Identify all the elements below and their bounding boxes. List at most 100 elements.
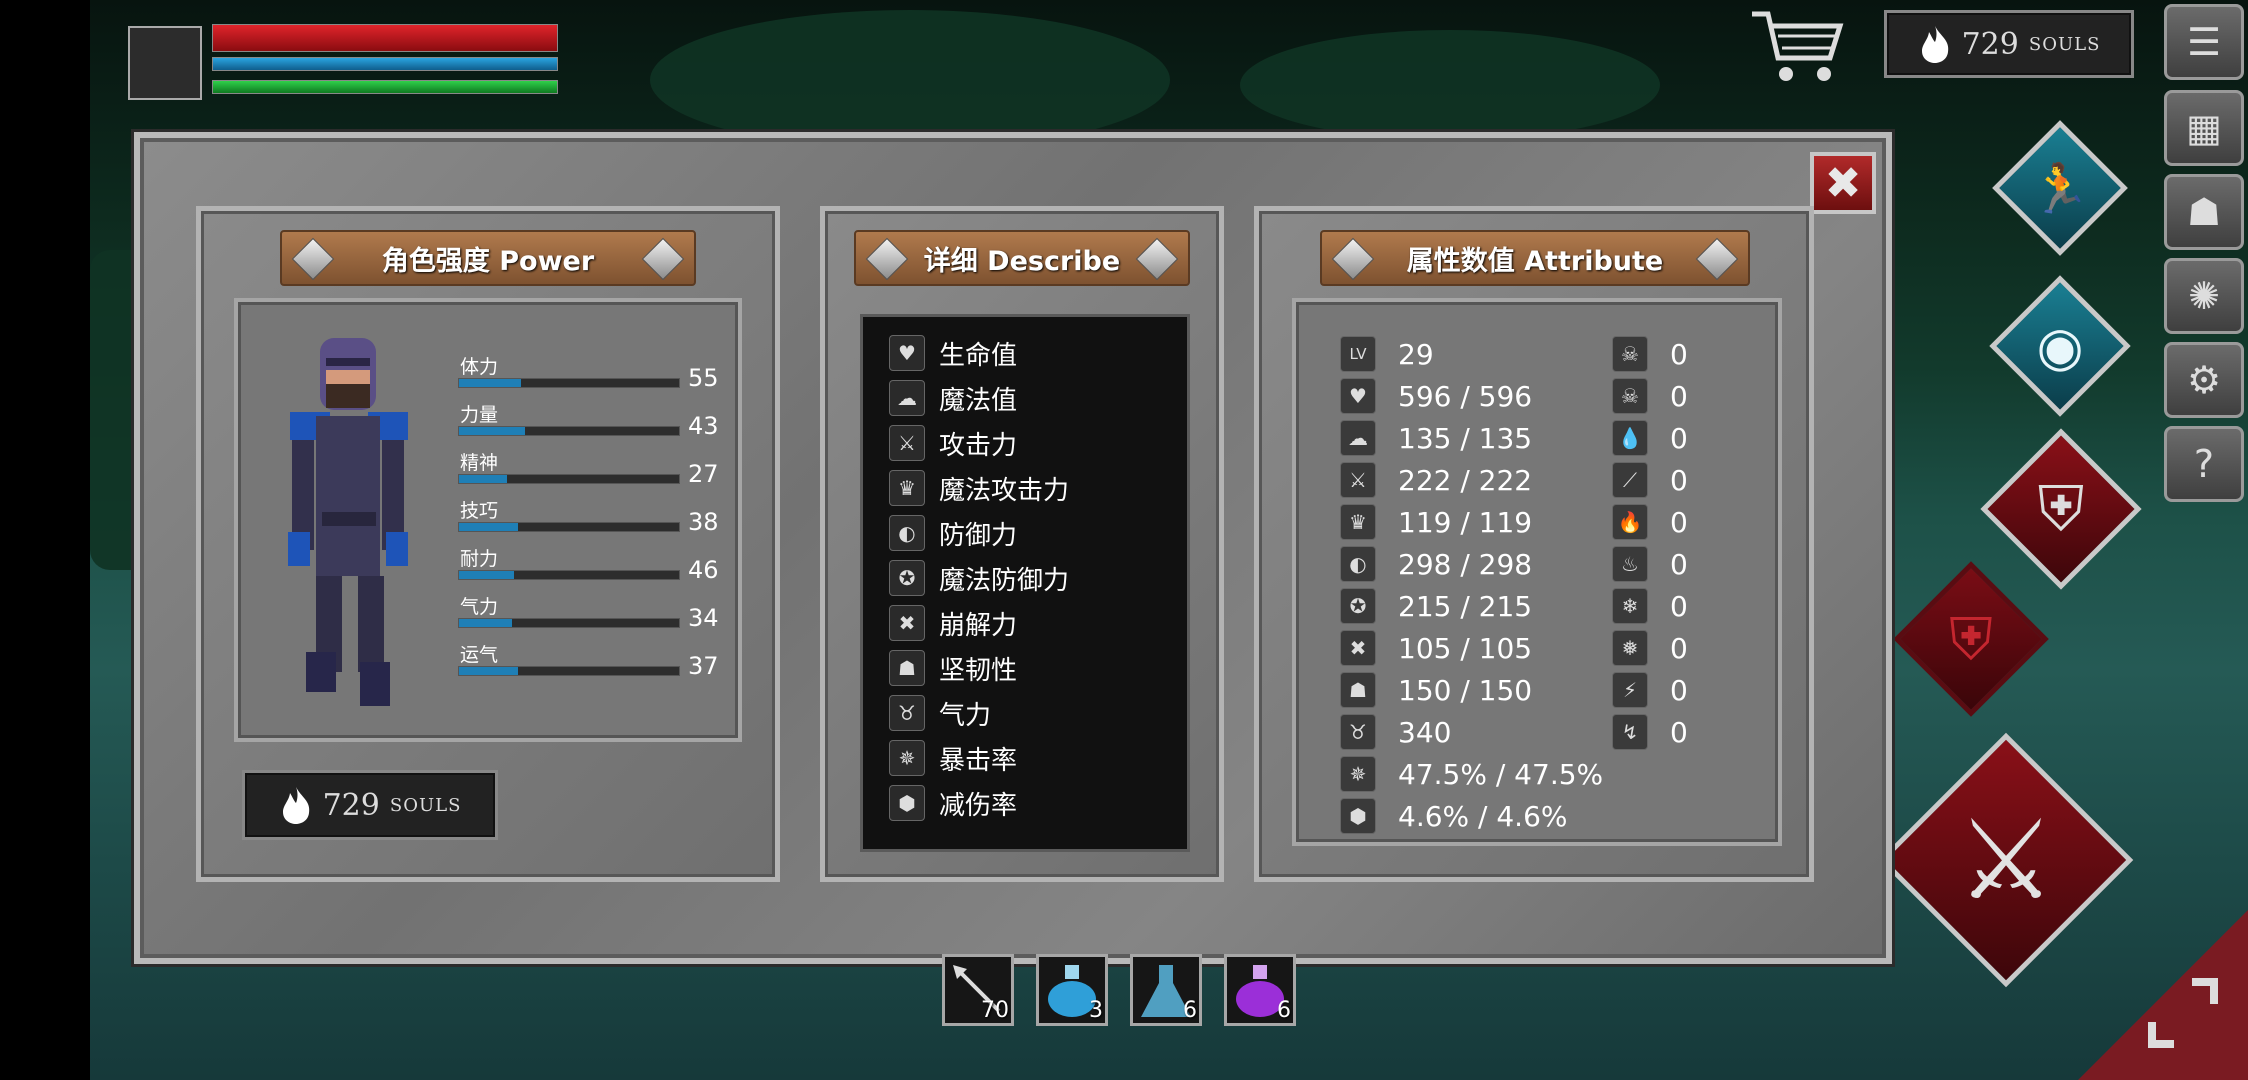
stat-name: 力量 xyxy=(460,404,499,426)
describe-label: 攻击力 xyxy=(939,430,1018,461)
quick-slot-flask[interactable]: 6 xyxy=(1130,954,1202,1026)
help-button[interactable]: ? xyxy=(2164,426,2244,502)
stat-row: 体力 55 xyxy=(458,352,720,396)
stat-value: 43 xyxy=(688,412,719,440)
attribute-value: 4.6% / 4.6% xyxy=(1398,799,1568,833)
crossed-swords-icon: ⚔ xyxy=(1956,796,2056,924)
lightning-icon: ⚡ xyxy=(1612,672,1648,708)
damage-reduce-icon: ⬢ xyxy=(1340,798,1376,834)
describe-item: ◐ 防御力 xyxy=(889,513,1017,553)
attribute-value: 596 / 596 xyxy=(1398,379,1533,413)
describe-item: ♥ 生命值 xyxy=(889,333,1017,373)
map-button[interactable]: ▦ xyxy=(2164,90,2244,166)
stud-icon xyxy=(1135,237,1179,281)
resistance-row: ⟋ 0 xyxy=(1612,460,1688,500)
quick-slot-arrow[interactable]: 70 xyxy=(942,954,1014,1026)
skills-button[interactable]: ✺ xyxy=(2164,258,2244,334)
skull-icon: ☠ xyxy=(1612,336,1648,372)
lungs-icon: ♉ xyxy=(889,695,925,731)
player-portrait[interactable] xyxy=(128,26,202,100)
power-title: 角色强度 Power xyxy=(381,245,595,277)
resistance-row: ☠ 0 xyxy=(1612,376,1688,416)
bleed-icon: ⟋ xyxy=(1612,462,1648,498)
stat-name: 技巧 xyxy=(460,500,499,522)
stat-value: 55 xyxy=(688,364,719,392)
attribute-row: ◐ 298 / 298 xyxy=(1340,544,1532,584)
stat-bar xyxy=(458,618,680,628)
attribute-row: ♉ 340 xyxy=(1340,712,1451,752)
describe-item: ✖ 崩解力 xyxy=(889,603,1017,643)
describe-item: ☁ 魔法值 xyxy=(889,378,1017,418)
attribute-row: ✵ 47.5% / 47.5% xyxy=(1340,754,1603,794)
stat-row: 运气 37 xyxy=(458,640,720,684)
flame-icon xyxy=(282,787,309,824)
resistance-value: 0 xyxy=(1670,673,1688,707)
stud-icon xyxy=(1695,237,1739,281)
heart-icon: ♥ xyxy=(1340,378,1376,414)
critical-icon: ✵ xyxy=(889,740,925,776)
slot-count: 6 xyxy=(1183,998,1197,1023)
stat-value: 46 xyxy=(688,556,719,584)
list-icon: ☰ xyxy=(2186,20,2222,64)
stat-bar xyxy=(458,378,680,388)
cross-shield-icon: ⛨ xyxy=(1949,604,1993,673)
collapse-corner-icon[interactable] xyxy=(2148,978,2228,1058)
resistance-row: 🔥 0 xyxy=(1612,502,1688,542)
equipment-button[interactable]: ☗ xyxy=(2164,174,2244,250)
attribute-row: ✖ 105 / 105 xyxy=(1340,628,1532,668)
stat-bar xyxy=(458,522,680,532)
stat-row: 技巧 38 xyxy=(458,496,720,540)
shop-cart-icon[interactable] xyxy=(1748,6,1848,86)
attribute-title-plank: 属性数值 Attribute xyxy=(1320,230,1750,286)
break-icon: ✖ xyxy=(1340,630,1376,666)
stat-value: 37 xyxy=(688,652,719,680)
attribute-title: 属性数值 Attribute xyxy=(1406,245,1664,277)
shield-icon: ◐ xyxy=(889,515,925,551)
heart-icon: ♥ xyxy=(889,335,925,371)
attribute-row: ☁ 135 / 135 xyxy=(1340,418,1532,458)
helmet-icon: ☗ xyxy=(1340,672,1376,708)
crown-icon: ♛ xyxy=(1340,504,1376,540)
attribute-value: 29 xyxy=(1398,337,1434,371)
describe-item: ✵ 暴击率 xyxy=(889,738,1017,778)
emblem-icon: ✺ xyxy=(2188,274,2220,318)
eye-icon: ◉ xyxy=(2036,314,2084,378)
stat-row: 耐力 46 xyxy=(458,544,720,588)
power-title-plank: 角色强度 Power xyxy=(280,230,696,286)
attribute-row: ⬢ 4.6% / 4.6% xyxy=(1340,796,1568,836)
fire-resist-icon: ♨ xyxy=(1612,546,1648,582)
crown-icon: ♛ xyxy=(889,470,925,506)
quick-slot-blue-potion[interactable]: 3 xyxy=(1036,954,1108,1026)
resistance-value: 0 xyxy=(1670,421,1688,455)
attribute-row: LV 29 xyxy=(1340,334,1434,374)
stat-bar xyxy=(458,666,680,676)
attribute-value: 105 / 105 xyxy=(1398,631,1533,665)
close-button[interactable]: ✖ xyxy=(1810,152,1876,214)
describe-item: ⚔ 攻击力 xyxy=(889,423,1017,463)
resistance-value: 0 xyxy=(1670,631,1688,665)
souls-value: 729 xyxy=(322,787,380,823)
describe-label: 生命值 xyxy=(939,340,1018,371)
magic-shield-icon: ✪ xyxy=(1340,588,1376,624)
resistance-row: ☠ 0 xyxy=(1612,334,1688,374)
describe-label: 魔法值 xyxy=(939,385,1018,416)
stat-value: 38 xyxy=(688,508,719,536)
stat-name: 耐力 xyxy=(460,548,499,570)
resistance-row: 💧 0 xyxy=(1612,418,1688,458)
character-model xyxy=(288,338,408,706)
attribute-value: 340 xyxy=(1398,715,1452,749)
menu-list-button[interactable]: ☰ xyxy=(2164,4,2244,80)
stat-row: 精神 27 xyxy=(458,448,720,492)
souls-counter: 729 SOULS xyxy=(1884,10,2134,78)
stud-icon xyxy=(1331,237,1375,281)
power-souls-counter: 729 SOULS xyxy=(242,770,498,840)
attribute-value: 222 / 222 xyxy=(1398,463,1533,497)
resistance-row: ❅ 0 xyxy=(1612,628,1688,668)
level-icon: LV xyxy=(1340,336,1376,372)
resistance-value: 0 xyxy=(1670,379,1688,413)
settings-button[interactable]: ⚙ xyxy=(2164,342,2244,418)
describe-item: ♉ 气力 xyxy=(889,693,991,733)
health-bar xyxy=(212,24,558,52)
attribute-value: 135 / 135 xyxy=(1398,421,1533,455)
quick-slot-purple-potion[interactable]: 6 xyxy=(1224,954,1296,1026)
